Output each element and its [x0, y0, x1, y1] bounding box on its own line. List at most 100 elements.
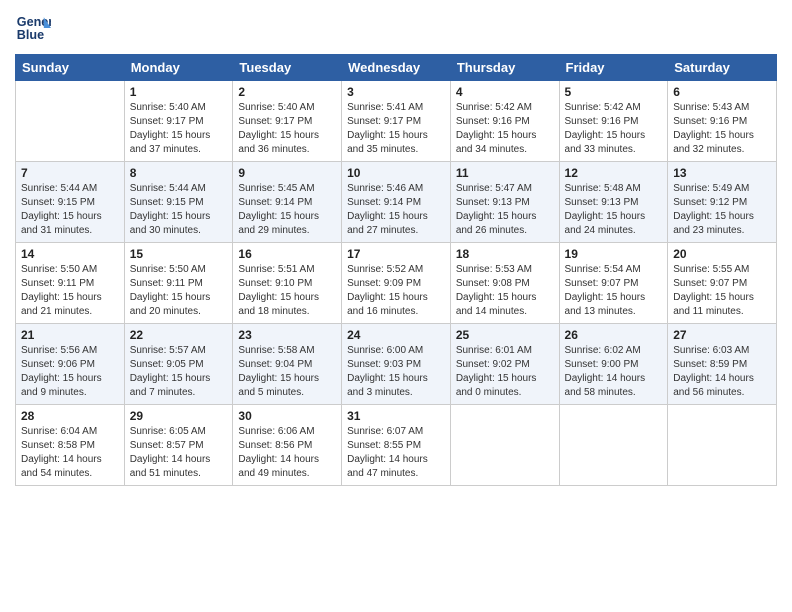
day-info: Sunrise: 6:00 AM Sunset: 9:03 PM Dayligh…	[347, 344, 445, 400]
day-info: Sunrise: 5:45 AM Sunset: 9:14 PM Dayligh…	[238, 182, 336, 238]
calendar-cell	[559, 405, 668, 486]
calendar-cell: 5 Sunrise: 5:42 AM Sunset: 9:16 PM Daylig…	[559, 81, 668, 162]
day-info: Sunrise: 6:07 AM Sunset: 8:55 PM Dayligh…	[347, 425, 445, 481]
header-day-sunday: Sunday	[16, 55, 125, 81]
day-number: 9	[238, 166, 336, 180]
day-info: Sunrise: 5:47 AM Sunset: 9:13 PM Dayligh…	[456, 182, 554, 238]
day-info: Sunrise: 5:44 AM Sunset: 9:15 PM Dayligh…	[130, 182, 228, 238]
calendar-cell: 27 Sunrise: 6:03 AM Sunset: 8:59 PM Dayli…	[668, 324, 777, 405]
day-info: Sunrise: 5:54 AM Sunset: 9:07 PM Dayligh…	[565, 263, 663, 319]
calendar-cell: 20 Sunrise: 5:55 AM Sunset: 9:07 PM Dayli…	[668, 243, 777, 324]
header-day-monday: Monday	[124, 55, 233, 81]
calendar-cell: 1 Sunrise: 5:40 AM Sunset: 9:17 PM Daylig…	[124, 81, 233, 162]
day-number: 23	[238, 328, 336, 342]
calendar-cell: 4 Sunrise: 5:42 AM Sunset: 9:16 PM Daylig…	[450, 81, 559, 162]
calendar-cell	[450, 405, 559, 486]
calendar-cell: 14 Sunrise: 5:50 AM Sunset: 9:11 PM Dayli…	[16, 243, 125, 324]
day-number: 31	[347, 409, 445, 423]
day-info: Sunrise: 5:40 AM Sunset: 9:17 PM Dayligh…	[130, 101, 228, 157]
calendar-cell: 12Sunrise: 5:48 AM Sunset: 9:13 PM Dayli…	[559, 162, 668, 243]
header-day-tuesday: Tuesday	[233, 55, 342, 81]
day-number: 21	[21, 328, 119, 342]
calendar-cell: 11 Sunrise: 5:47 AM Sunset: 9:13 PM Dayli…	[450, 162, 559, 243]
day-number: 11	[456, 166, 554, 180]
day-number: 14	[21, 247, 119, 261]
day-info: Sunrise: 5:51 AM Sunset: 9:10 PM Dayligh…	[238, 263, 336, 319]
day-number: 25	[456, 328, 554, 342]
calendar-table: SundayMondayTuesdayWednesdayThursdayFrid…	[15, 54, 777, 486]
header-row-days: SundayMondayTuesdayWednesdayThursdayFrid…	[16, 55, 777, 81]
day-info: Sunrise: 5:44 AM Sunset: 9:15 PM Dayligh…	[21, 182, 119, 238]
calendar-cell: 23Sunrise: 5:58 AM Sunset: 9:04 PM Dayli…	[233, 324, 342, 405]
day-number: 7	[21, 166, 119, 180]
day-number: 16	[238, 247, 336, 261]
calendar-cell: 3 Sunrise: 5:41 AM Sunset: 9:17 PM Daylig…	[342, 81, 451, 162]
day-number: 18	[456, 247, 554, 261]
day-info: Sunrise: 5:41 AM Sunset: 9:17 PM Dayligh…	[347, 101, 445, 157]
day-number: 2	[238, 85, 336, 99]
calendar-cell: 28Sunrise: 6:04 AM Sunset: 8:58 PM Dayli…	[16, 405, 125, 486]
calendar-cell: 16 Sunrise: 5:51 AM Sunset: 9:10 PM Dayli…	[233, 243, 342, 324]
day-number: 27	[673, 328, 771, 342]
calendar-cell: 19 Sunrise: 5:54 AM Sunset: 9:07 PM Dayli…	[559, 243, 668, 324]
day-number: 19	[565, 247, 663, 261]
day-number: 22	[130, 328, 228, 342]
day-info: Sunrise: 5:53 AM Sunset: 9:08 PM Dayligh…	[456, 263, 554, 319]
day-number: 10	[347, 166, 445, 180]
day-number: 30	[238, 409, 336, 423]
header-row: General Blue	[15, 10, 777, 46]
day-info: Sunrise: 5:42 AM Sunset: 9:16 PM Dayligh…	[565, 101, 663, 157]
page: General Blue SundayMondayTuesdayWednesda…	[0, 0, 792, 496]
day-info: Sunrise: 6:03 AM Sunset: 8:59 PM Dayligh…	[673, 344, 771, 400]
day-number: 13	[673, 166, 771, 180]
calendar-cell: 13 Sunrise: 5:49 AM Sunset: 9:12 PM Dayli…	[668, 162, 777, 243]
calendar-cell: 6 Sunrise: 5:43 AM Sunset: 9:16 PM Daylig…	[668, 81, 777, 162]
calendar-cell: 31 Sunrise: 6:07 AM Sunset: 8:55 PM Dayli…	[342, 405, 451, 486]
header-day-thursday: Thursday	[450, 55, 559, 81]
day-info: Sunrise: 5:40 AM Sunset: 9:17 PM Dayligh…	[238, 101, 336, 157]
day-number: 20	[673, 247, 771, 261]
day-info: Sunrise: 5:55 AM Sunset: 9:07 PM Dayligh…	[673, 263, 771, 319]
calendar-cell: 22Sunrise: 5:57 AM Sunset: 9:05 PM Dayli…	[124, 324, 233, 405]
calendar-cell: 15Sunrise: 5:50 AM Sunset: 9:11 PM Dayli…	[124, 243, 233, 324]
calendar-cell: 25Sunrise: 6:01 AM Sunset: 9:02 PM Dayli…	[450, 324, 559, 405]
day-info: Sunrise: 5:43 AM Sunset: 9:16 PM Dayligh…	[673, 101, 771, 157]
day-number: 17	[347, 247, 445, 261]
day-info: Sunrise: 5:50 AM Sunset: 9:11 PM Dayligh…	[130, 263, 228, 319]
calendar-cell: 29Sunrise: 6:05 AM Sunset: 8:57 PM Dayli…	[124, 405, 233, 486]
day-info: Sunrise: 6:06 AM Sunset: 8:56 PM Dayligh…	[238, 425, 336, 481]
day-info: Sunrise: 5:42 AM Sunset: 9:16 PM Dayligh…	[456, 101, 554, 157]
calendar-cell: 26 Sunrise: 6:02 AM Sunset: 9:00 PM Dayli…	[559, 324, 668, 405]
calendar-cell: 21 Sunrise: 5:56 AM Sunset: 9:06 PM Dayli…	[16, 324, 125, 405]
calendar-cell: 2 Sunrise: 5:40 AM Sunset: 9:17 PM Daylig…	[233, 81, 342, 162]
day-info: Sunrise: 5:50 AM Sunset: 9:11 PM Dayligh…	[21, 263, 119, 319]
svg-text:Blue: Blue	[17, 28, 44, 42]
day-info: Sunrise: 5:46 AM Sunset: 9:14 PM Dayligh…	[347, 182, 445, 238]
calendar-cell	[16, 81, 125, 162]
day-info: Sunrise: 5:49 AM Sunset: 9:12 PM Dayligh…	[673, 182, 771, 238]
day-number: 8	[130, 166, 228, 180]
day-info: Sunrise: 6:02 AM Sunset: 9:00 PM Dayligh…	[565, 344, 663, 400]
day-info: Sunrise: 5:52 AM Sunset: 9:09 PM Dayligh…	[347, 263, 445, 319]
calendar-cell: 10 Sunrise: 5:46 AM Sunset: 9:14 PM Dayli…	[342, 162, 451, 243]
day-number: 5	[565, 85, 663, 99]
calendar-cell: 7 Sunrise: 5:44 AM Sunset: 9:15 PM Daylig…	[16, 162, 125, 243]
day-number: 26	[565, 328, 663, 342]
calendar-cell: 9 Sunrise: 5:45 AM Sunset: 9:14 PM Daylig…	[233, 162, 342, 243]
day-number: 4	[456, 85, 554, 99]
day-number: 3	[347, 85, 445, 99]
calendar-cell: 17 Sunrise: 5:52 AM Sunset: 9:09 PM Dayli…	[342, 243, 451, 324]
week-row-3: 14 Sunrise: 5:50 AM Sunset: 9:11 PM Dayli…	[16, 243, 777, 324]
day-number: 6	[673, 85, 771, 99]
day-info: Sunrise: 5:56 AM Sunset: 9:06 PM Dayligh…	[21, 344, 119, 400]
week-row-5: 28Sunrise: 6:04 AM Sunset: 8:58 PM Dayli…	[16, 405, 777, 486]
week-row-1: 1 Sunrise: 5:40 AM Sunset: 9:17 PM Daylig…	[16, 81, 777, 162]
header-day-wednesday: Wednesday	[342, 55, 451, 81]
calendar-cell: 8 Sunrise: 5:44 AM Sunset: 9:15 PM Daylig…	[124, 162, 233, 243]
day-number: 28	[21, 409, 119, 423]
header-day-friday: Friday	[559, 55, 668, 81]
logo: General Blue	[15, 10, 55, 46]
day-number: 1	[130, 85, 228, 99]
day-number: 12	[565, 166, 663, 180]
logo-icon: General Blue	[15, 10, 51, 46]
